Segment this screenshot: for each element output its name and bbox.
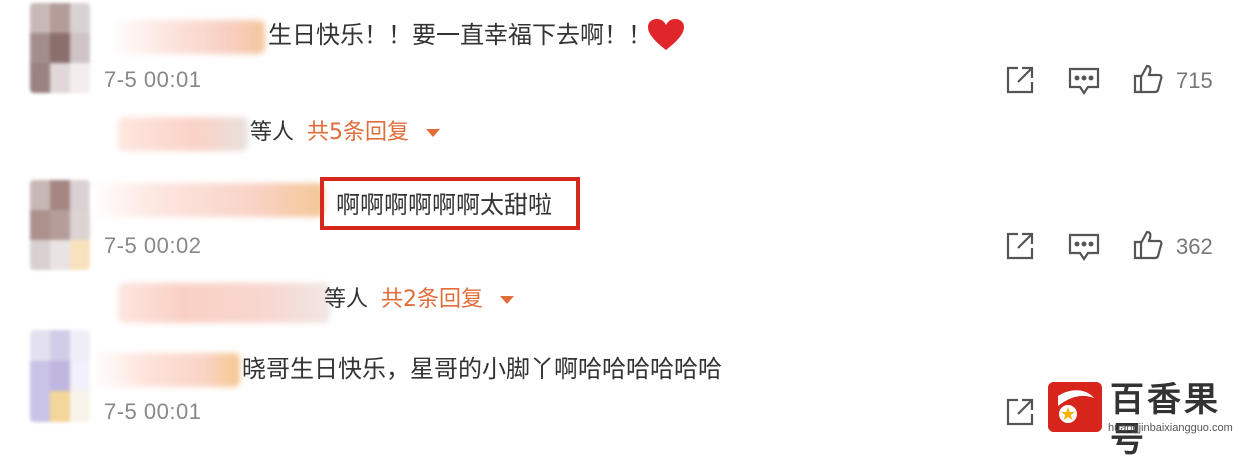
caret-down-icon[interactable] [426, 129, 441, 137]
watermark-logo-icon [1048, 382, 1102, 432]
share-icon[interactable] [1004, 396, 1036, 428]
watermark: 百香果号 huangjinbaixiangguo.com [1048, 380, 1256, 460]
username-blurred[interactable] [92, 183, 324, 217]
comment-text: 生日快乐！！要一直幸福下去啊！！ [268, 21, 652, 49]
comment-time: 7-5 00:01 [104, 399, 202, 424]
avatar[interactable] [30, 180, 90, 270]
repliers-label: 等人 [324, 287, 369, 312]
reply-summary[interactable]: 等人 共5条回复 [250, 118, 441, 148]
share-icon[interactable] [1004, 230, 1036, 262]
replier-names-blurred[interactable] [118, 283, 330, 323]
avatar[interactable] [30, 330, 90, 422]
like-count: 362 [1176, 234, 1213, 259]
avatar[interactable] [30, 3, 90, 93]
caret-down-icon[interactable] [500, 296, 515, 304]
comment-time: 7-5 00:01 [104, 67, 202, 92]
watermark-url: huangjinbaixiangguo.com [1108, 422, 1233, 434]
watermark-title: 百香果号 [1110, 380, 1221, 460]
username-blurred[interactable] [110, 20, 265, 54]
thumb-up-icon[interactable] [1132, 229, 1164, 261]
comment-icon[interactable] [1068, 66, 1100, 96]
comment-text: 晓哥生日快乐，星哥的小脚丫啊哈哈哈哈哈哈 [242, 355, 722, 383]
username-blurred[interactable] [92, 353, 240, 387]
comment-text: 啊啊啊啊啊啊太甜啦 [336, 191, 552, 219]
heart-icon [648, 19, 684, 50]
reply-count-link[interactable]: 共5条回复 [307, 120, 409, 145]
reply-count-link[interactable]: 共2条回复 [381, 287, 483, 312]
repliers-label: 等人 [250, 120, 295, 145]
reply-summary[interactable]: 等人 共2条回复 [324, 285, 515, 315]
share-icon[interactable] [1004, 64, 1036, 96]
comment-time: 7-5 00:02 [104, 233, 202, 258]
comment-icon[interactable] [1068, 232, 1100, 262]
like-count: 715 [1176, 68, 1213, 93]
replier-names-blurred[interactable] [118, 117, 248, 151]
thumb-up-icon[interactable] [1132, 63, 1164, 95]
